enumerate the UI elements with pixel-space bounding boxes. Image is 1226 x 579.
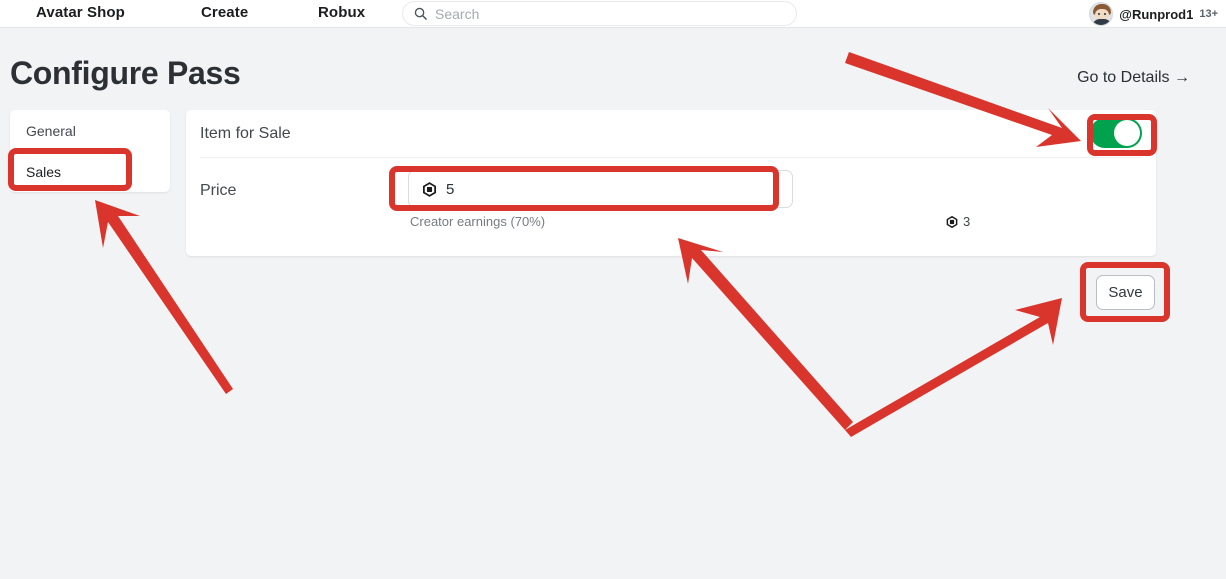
settings-sidebar: General Sales	[10, 110, 170, 192]
creator-earnings-label: Creator earnings (70%)	[410, 214, 546, 229]
creator-earnings-amount: 3	[945, 214, 970, 229]
price-input[interactable]	[446, 178, 766, 200]
toggle-knob	[1114, 120, 1140, 146]
user-menu[interactable]: @Runprod1 13+	[1089, 2, 1218, 26]
username-label: @Runprod1	[1119, 6, 1194, 22]
sidebar-item-sales[interactable]: Sales	[10, 151, 170, 192]
arrow-to-price-input	[678, 238, 853, 430]
page-root: Avatar Shop Create Robux @Runprod1 13+ C…	[0, 0, 1226, 579]
price-label: Price	[200, 182, 237, 199]
save-button[interactable]: Save	[1096, 275, 1155, 310]
page-title: Configure Pass	[10, 55, 241, 91]
item-for-sale-toggle[interactable]	[1090, 118, 1142, 148]
item-for-sale-label: Item for Sale	[200, 124, 291, 142]
robux-icon	[946, 215, 958, 228]
age-rating-badge: 13+	[1199, 8, 1218, 20]
sidebar-item-label: General	[26, 122, 76, 139]
robux-icon	[422, 181, 437, 197]
price-input-wrapper[interactable]	[408, 170, 793, 208]
price-row: Price Creator earnings (70%) 3	[200, 170, 1142, 240]
nav-link-create[interactable]: Create	[201, 4, 248, 21]
nav-link-avatar-shop[interactable]: Avatar Shop	[36, 4, 125, 21]
item-for-sale-row: Item for Sale	[200, 110, 1142, 158]
top-navbar: Avatar Shop Create Robux @Runprod1 13+	[0, 0, 1226, 28]
creator-earnings-value: 3	[963, 214, 971, 229]
sidebar-item-label: Sales	[26, 163, 62, 180]
go-to-details-link[interactable]: Go to Details →	[1077, 69, 1190, 87]
avatar	[1089, 2, 1114, 26]
sales-settings-card: Item for Sale Price Creator earnings (70…	[186, 110, 1156, 256]
arrow-to-save-button	[845, 298, 1062, 437]
nav-link-robux[interactable]: Robux	[318, 4, 365, 21]
search-bar[interactable]	[402, 1, 797, 26]
search-icon	[414, 7, 427, 20]
sidebar-item-general[interactable]: General	[10, 110, 170, 151]
search-input[interactable]	[435, 3, 765, 24]
